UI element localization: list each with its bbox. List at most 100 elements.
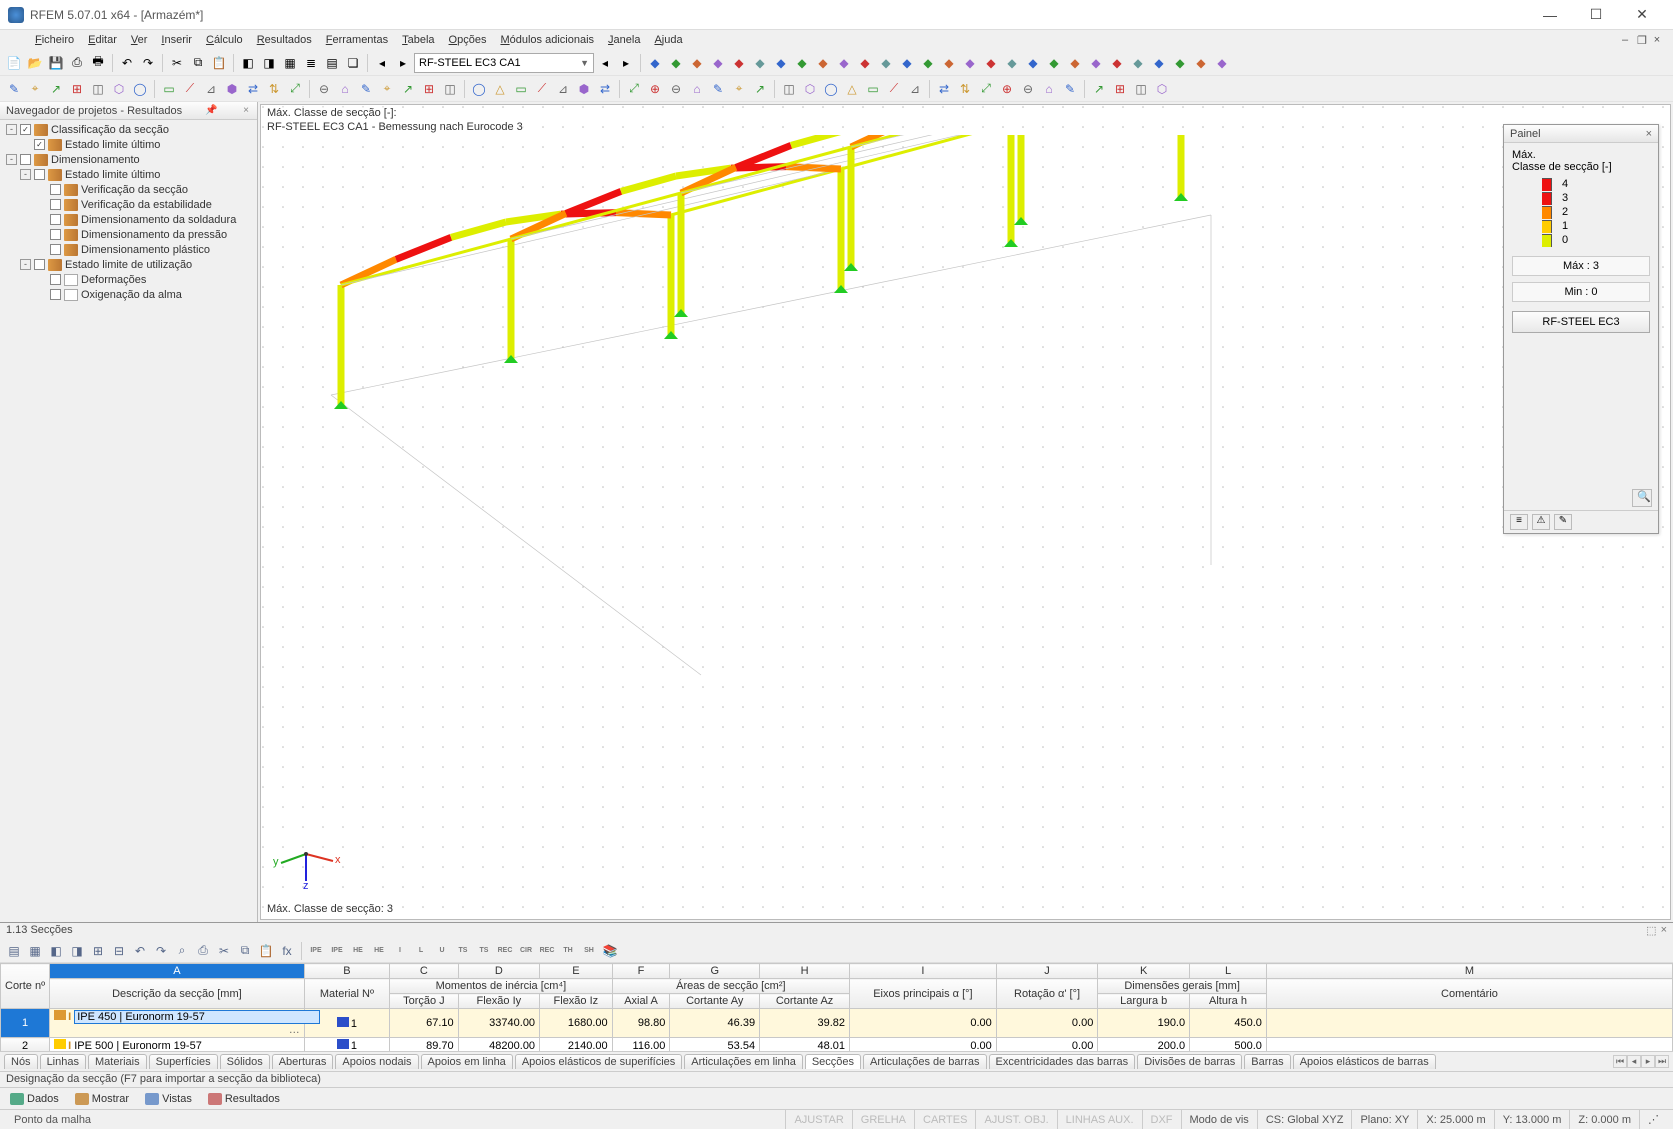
ttb-sec-13[interactable]: SH <box>579 941 599 961</box>
ttb-4[interactable]: ⊞ <box>88 941 108 961</box>
tree-item-9[interactable]: - Estado limite de utilização <box>4 257 253 272</box>
ttb-3[interactable]: ◨ <box>67 941 87 961</box>
tb-layers[interactable]: ≣ <box>301 53 321 73</box>
menu-opções[interactable]: Opções <box>442 32 494 48</box>
ttb-sec-7[interactable]: TS <box>453 941 473 961</box>
tb2-43[interactable]: △ <box>842 79 862 99</box>
ttb-sec-11[interactable]: REC <box>537 941 557 961</box>
table-tab-excentricidades-das-barras[interactable]: Excentricidades das barras <box>989 1054 1136 1069</box>
tb-save[interactable]: 💾 <box>46 53 66 73</box>
menu-ferramentas[interactable]: Ferramentas <box>319 32 395 48</box>
col-letter-m[interactable]: M <box>1266 964 1672 979</box>
ttb-7[interactable]: ↷ <box>151 941 171 961</box>
tb2-21[interactable]: ⊞ <box>419 79 439 99</box>
cell-b[interactable]: 200.0 <box>1098 1038 1190 1052</box>
tb2-30[interactable]: ⇄ <box>595 79 615 99</box>
tb2-33[interactable]: ⊕ <box>645 79 665 99</box>
row-number[interactable]: 2 <box>1 1038 50 1052</box>
mdi-close[interactable]: × <box>1649 34 1665 46</box>
col-letter-a[interactable]: A <box>50 964 305 979</box>
tb2-1[interactable]: ⌖ <box>25 79 45 99</box>
table-row[interactable]: 1 I … 1 67.10 33740.00 1680.00 98.80 46.… <box>1 1009 1673 1038</box>
ttb-sec-0[interactable]: IPE <box>306 941 326 961</box>
status-seg-ajust. obj.[interactable]: AJUST. OBJ. <box>975 1110 1056 1129</box>
tb2-22[interactable]: ◫ <box>440 79 460 99</box>
tb-res-3[interactable]: ◆ <box>708 53 728 73</box>
tb2-48[interactable]: ⇄ <box>934 79 954 99</box>
ttb-sec-9[interactable]: REC <box>495 941 515 961</box>
tb-res-9[interactable]: ◆ <box>834 53 854 73</box>
tb2-19[interactable]: ⌖ <box>377 79 397 99</box>
cell-j[interactable]: 89.70 <box>390 1038 458 1052</box>
ttb-sec-10[interactable]: CIR <box>516 941 536 961</box>
tree-checkbox[interactable] <box>20 154 31 165</box>
ttb-sec-1[interactable]: IPE <box>327 941 347 961</box>
tree-expander[interactable]: - <box>6 124 17 135</box>
menu-cálculo[interactable]: Cálculo <box>199 32 250 48</box>
menu-editar[interactable]: Editar <box>81 32 124 48</box>
tb-res-2[interactable]: ◆ <box>687 53 707 73</box>
table-tab-articulações-em-linha[interactable]: Articulações em linha <box>684 1054 803 1069</box>
cell-h[interactable]: 500.0 <box>1190 1038 1267 1052</box>
tb-res-22[interactable]: ◆ <box>1107 53 1127 73</box>
tb-res-11[interactable]: ◆ <box>876 53 896 73</box>
ttb-0[interactable]: ▤ <box>4 941 24 961</box>
tb2-42[interactable]: ◯ <box>821 79 841 99</box>
tb2-54[interactable]: ✎ <box>1060 79 1080 99</box>
tb2-56[interactable]: ↗ <box>1089 79 1109 99</box>
tab-nav-last[interactable]: ⏭ <box>1655 1055 1669 1068</box>
tb2-40[interactable]: ◫ <box>779 79 799 99</box>
cell-iy[interactable]: 48200.00 <box>458 1038 539 1052</box>
nav-tab-resultados[interactable]: Resultados <box>204 1092 284 1106</box>
tb2-3[interactable]: ⊞ <box>67 79 87 99</box>
table-tab-apoios-elásticos-de-barras[interactable]: Apoios elásticos de barras <box>1293 1054 1436 1069</box>
tb2-6[interactable]: ◯ <box>130 79 150 99</box>
panel-tab-3[interactable]: ✎ <box>1554 514 1572 530</box>
cell-mat[interactable]: 1 <box>304 1038 389 1052</box>
tb2-52[interactable]: ⊖ <box>1018 79 1038 99</box>
col-letter-h[interactable]: H <box>760 964 850 979</box>
tb-saveall[interactable]: ⎙ <box>67 53 87 73</box>
table-tab-superfícies[interactable]: Superfícies <box>149 1054 218 1069</box>
tree-expander[interactable]: - <box>20 169 31 180</box>
cell-desc[interactable]: I … <box>50 1009 305 1038</box>
tb-res-24[interactable]: ◆ <box>1149 53 1169 73</box>
col-letter-k[interactable]: K <box>1098 964 1190 979</box>
panel-titlebar[interactable]: Painel× <box>1504 125 1658 143</box>
tb-res-10[interactable]: ◆ <box>855 53 875 73</box>
module-combo[interactable]: RF-STEEL EC3 CA1▼ <box>414 53 594 73</box>
tree-item-6[interactable]: Dimensionamento da soldadura <box>4 212 253 227</box>
mdi-minimize[interactable]: – <box>1617 34 1633 46</box>
col-letter-b[interactable]: B <box>304 964 389 979</box>
menu-ajuda[interactable]: Ajuda <box>647 32 689 48</box>
tree-item-2[interactable]: - Dimensionamento <box>4 152 253 167</box>
tb2-24[interactable]: ◯ <box>469 79 489 99</box>
cell-a[interactable]: 116.00 <box>612 1038 670 1052</box>
ttb-sec-6[interactable]: U <box>432 941 452 961</box>
tree-item-1[interactable]: ✓ Estado limite último <box>4 137 253 152</box>
cell-az[interactable]: 48.01 <box>760 1038 850 1052</box>
table-tab-apoios-elásticos-de-superifícies[interactable]: Apoios elásticos de superifícies <box>515 1054 682 1069</box>
ttb-sec-8[interactable]: TS <box>474 941 494 961</box>
tb2-50[interactable]: ⤢ <box>976 79 996 99</box>
nav-tab-vistas[interactable]: Vistas <box>141 1092 196 1106</box>
tree-checkbox[interactable]: ✓ <box>34 139 45 150</box>
menu-tabela[interactable]: Tabela <box>395 32 441 48</box>
table-row[interactable]: 2 I IPE 500 | Euronorm 19-57 1 89.70 482… <box>1 1038 1673 1052</box>
ttb-sec-3[interactable]: HE <box>369 941 389 961</box>
ttb-sec-12[interactable]: TH <box>558 941 578 961</box>
tb2-46[interactable]: ⊿ <box>905 79 925 99</box>
tree-checkbox[interactable] <box>34 169 45 180</box>
ttb-12[interactable]: 📋 <box>256 941 276 961</box>
close-button[interactable]: ✕ <box>1619 0 1665 30</box>
menu-ficheiro[interactable]: Ficheiro <box>28 32 81 48</box>
tb2-0[interactable]: ✎ <box>4 79 24 99</box>
col-letter-d[interactable]: D <box>458 964 539 979</box>
tree-item-11[interactable]: Oxigenação da alma <box>4 287 253 302</box>
cell-iz[interactable]: 2140.00 <box>540 1038 613 1052</box>
tb2-59[interactable]: ⬡ <box>1152 79 1172 99</box>
ttb-13[interactable]: fx <box>277 941 297 961</box>
table-tab-articulações-de-barras[interactable]: Articulações de barras <box>863 1054 986 1069</box>
tb-grid[interactable]: ▦ <box>280 53 300 73</box>
tb2-49[interactable]: ⇅ <box>955 79 975 99</box>
